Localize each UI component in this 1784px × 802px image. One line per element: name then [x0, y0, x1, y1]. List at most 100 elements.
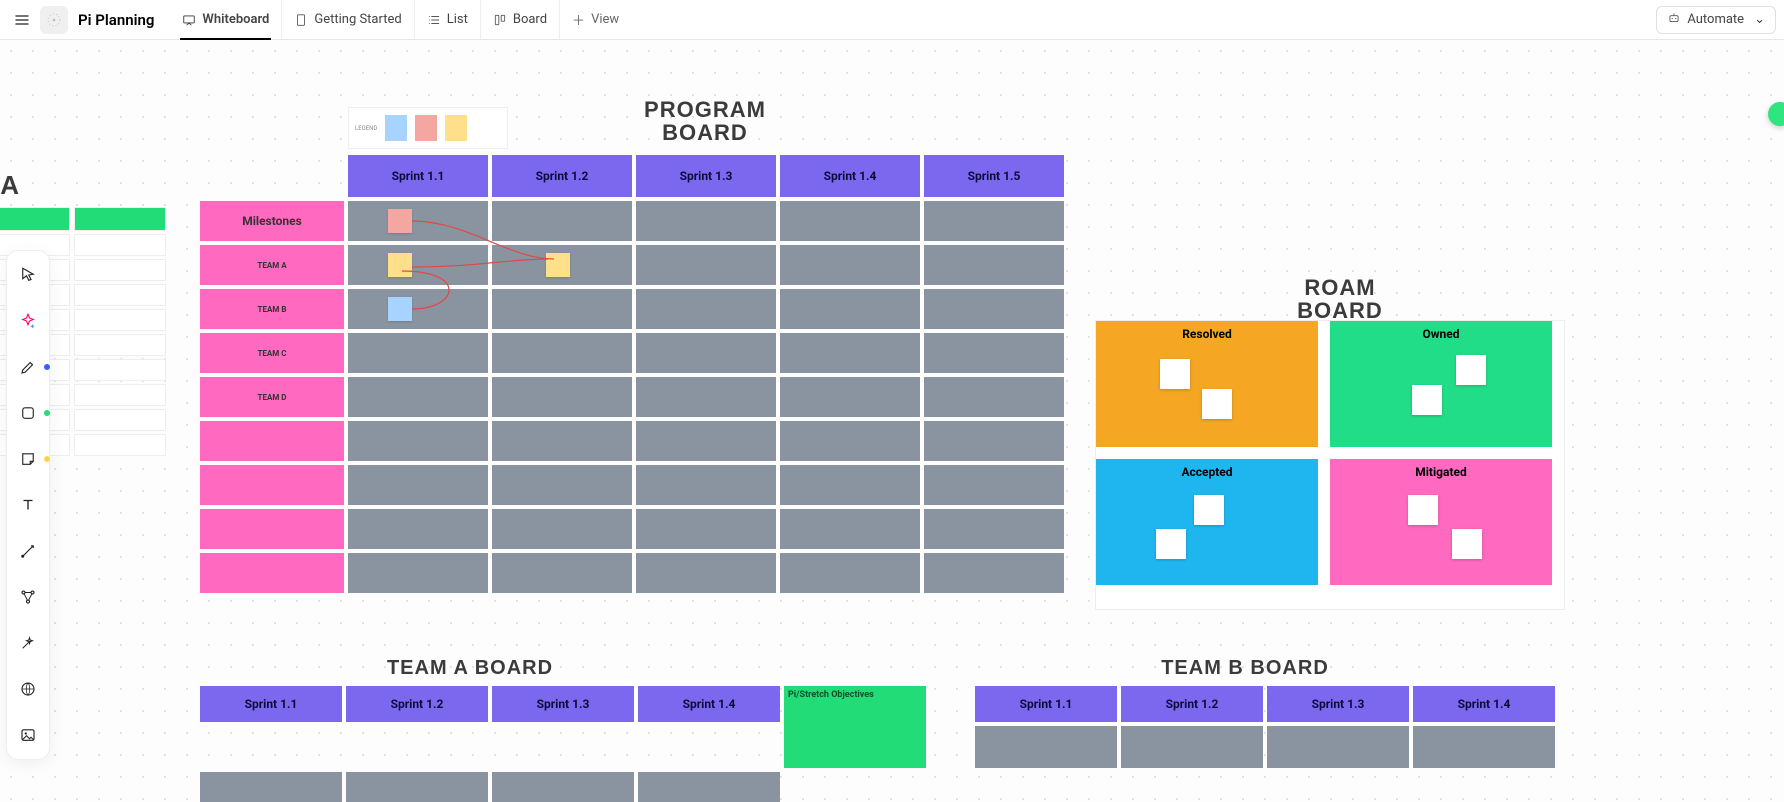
whiteboard-icon [182, 13, 196, 27]
diagram-icon [19, 588, 37, 606]
tool-image[interactable] [12, 719, 44, 751]
sticky-note[interactable] [388, 253, 412, 277]
program-row[interactable] [200, 421, 1064, 461]
team-b-board[interactable]: TEAM B BOARD Sprint 1.1 Sprint 1.2 Sprin… [975, 657, 1615, 768]
roam-note[interactable] [1160, 359, 1190, 389]
sprint-header[interactable]: Sprint 1.3 [492, 686, 634, 722]
doc-icon [294, 13, 308, 27]
roam-note[interactable] [1412, 385, 1442, 415]
team-cell[interactable] [638, 772, 780, 802]
row-label: TEAM C [200, 333, 344, 373]
team-cell[interactable] [975, 726, 1117, 768]
program-board[interactable]: LEGEND Sprint 1.1 Sprint 1.2 Sprint 1.3 … [200, 155, 1064, 593]
team-a-title: TEAM A BOARD [100, 657, 840, 680]
view-label: View [591, 12, 619, 27]
sprint-header[interactable]: Sprint 1.5 [924, 155, 1064, 197]
objectives-cell[interactable]: Pi/Stretch Objectives [784, 686, 926, 768]
whiteboard-canvas[interactable]: NDA PROGRAMBOARD LEGEND Sprint 1.1 Sprin… [0, 40, 1784, 802]
row-label: TEAM A [200, 245, 344, 285]
roam-note[interactable] [1194, 495, 1224, 525]
sticky-note[interactable] [546, 253, 570, 277]
sprint-header[interactable]: Sprint 1.1 [200, 686, 342, 722]
team-a-board[interactable]: TEAM A BOARD Sprint 1.1 Sprint 1.2 Sprin… [200, 657, 926, 802]
sprint-header[interactable]: Sprint 1.1 [348, 155, 488, 197]
tab-list[interactable]: List [415, 0, 481, 39]
program-row[interactable] [200, 553, 1064, 593]
program-row[interactable]: TEAM A [200, 245, 1064, 285]
roam-note[interactable] [1156, 529, 1186, 559]
program-row[interactable] [200, 509, 1064, 549]
program-row[interactable] [200, 465, 1064, 505]
automate-label: Automate [1687, 12, 1744, 27]
roam-note[interactable] [1452, 529, 1482, 559]
roam-panel-resolved[interactable]: Resolved [1096, 321, 1318, 447]
tool-pen[interactable] [12, 351, 44, 383]
image-icon [19, 726, 37, 744]
collaborator-fab[interactable] [1768, 102, 1784, 126]
program-board-header: Sprint 1.1 Sprint 1.2 Sprint 1.3 Sprint … [348, 155, 1064, 197]
shape-icon [19, 404, 37, 422]
program-row[interactable]: TEAM C [200, 333, 1064, 373]
tab-whiteboard[interactable]: Whiteboard [170, 0, 282, 39]
ai-icon [19, 312, 37, 330]
add-view-button[interactable]: ＋ View [560, 10, 631, 29]
tool-sticky[interactable] [12, 443, 44, 475]
menu-button[interactable] [8, 6, 36, 34]
team-cell[interactable] [200, 772, 342, 802]
sprint-header[interactable]: Sprint 1.2 [1121, 686, 1263, 722]
roam-panel-accepted[interactable]: Accepted [1096, 459, 1318, 585]
view-tabs: Whiteboard Getting Started List Board ＋ … [170, 0, 631, 39]
sprint-header[interactable]: Sprint 1.2 [492, 155, 632, 197]
roam-note[interactable] [1408, 495, 1438, 525]
roam-note[interactable] [1202, 389, 1232, 419]
tool-shape[interactable] [12, 397, 44, 429]
tool-cursor[interactable] [12, 259, 44, 291]
connector-icon [19, 542, 37, 560]
tab-board[interactable]: Board [481, 0, 560, 39]
program-board-rows: Milestones TEAM A TEAM B TEAM C TEAM D [200, 201, 1064, 593]
tool-magic[interactable] [12, 627, 44, 659]
team-cell[interactable] [1267, 726, 1409, 768]
program-row[interactable]: TEAM B [200, 289, 1064, 329]
roam-panel-mitigated[interactable]: Mitigated [1330, 459, 1552, 585]
team-b-title: TEAM B BOARD [875, 657, 1615, 680]
sprint-header[interactable]: Sprint 1.4 [1413, 686, 1555, 722]
roam-board[interactable]: Resolved Owned Accepted Mitigated [1095, 280, 1575, 610]
sticky-note[interactable] [388, 209, 412, 233]
tool-diagram[interactable] [12, 581, 44, 613]
tab-label: Board [513, 12, 547, 27]
team-cell[interactable] [346, 772, 488, 802]
sprint-header[interactable]: Sprint 1.1 [975, 686, 1117, 722]
sprint-header[interactable]: Sprint 1.4 [638, 686, 780, 722]
tool-connector[interactable] [12, 535, 44, 567]
tool-web[interactable] [12, 673, 44, 705]
program-row[interactable]: TEAM D [200, 377, 1064, 417]
top-bar: Pi Planning Whiteboard Getting Started L… [0, 0, 1784, 40]
team-cell[interactable] [1121, 726, 1263, 768]
automate-button[interactable]: Automate ⌄ [1656, 6, 1776, 34]
roam-panel-label: Mitigated [1330, 459, 1552, 479]
roam-panel-label: Accepted [1096, 459, 1318, 479]
program-row[interactable]: Milestones [200, 201, 1064, 241]
chevron-down-icon: ⌄ [1754, 12, 1765, 27]
sprint-header[interactable]: Sprint 1.4 [780, 155, 920, 197]
sprint-header[interactable]: Sprint 1.3 [636, 155, 776, 197]
roam-panel-label: Owned [1330, 321, 1552, 341]
sprint-header[interactable]: Sprint 1.3 [1267, 686, 1409, 722]
tool-ai[interactable] [12, 305, 44, 337]
team-cell[interactable] [492, 772, 634, 802]
list-icon [427, 13, 441, 27]
sprint-header[interactable]: Sprint 1.2 [346, 686, 488, 722]
team-cell[interactable] [1413, 726, 1555, 768]
text-icon [19, 496, 37, 514]
roam-panel-label: Resolved [1096, 321, 1318, 341]
legend-label: LEGEND [355, 125, 377, 132]
roam-panel-owned[interactable]: Owned [1330, 321, 1552, 447]
board-icon [493, 13, 507, 27]
tool-text[interactable] [12, 489, 44, 521]
program-board-title: PROGRAMBOARD [530, 98, 880, 144]
tab-getting-started[interactable]: Getting Started [282, 0, 414, 39]
doc-title[interactable]: Pi Planning [78, 11, 154, 29]
roam-note[interactable] [1456, 355, 1486, 385]
sticky-note[interactable] [388, 297, 412, 321]
